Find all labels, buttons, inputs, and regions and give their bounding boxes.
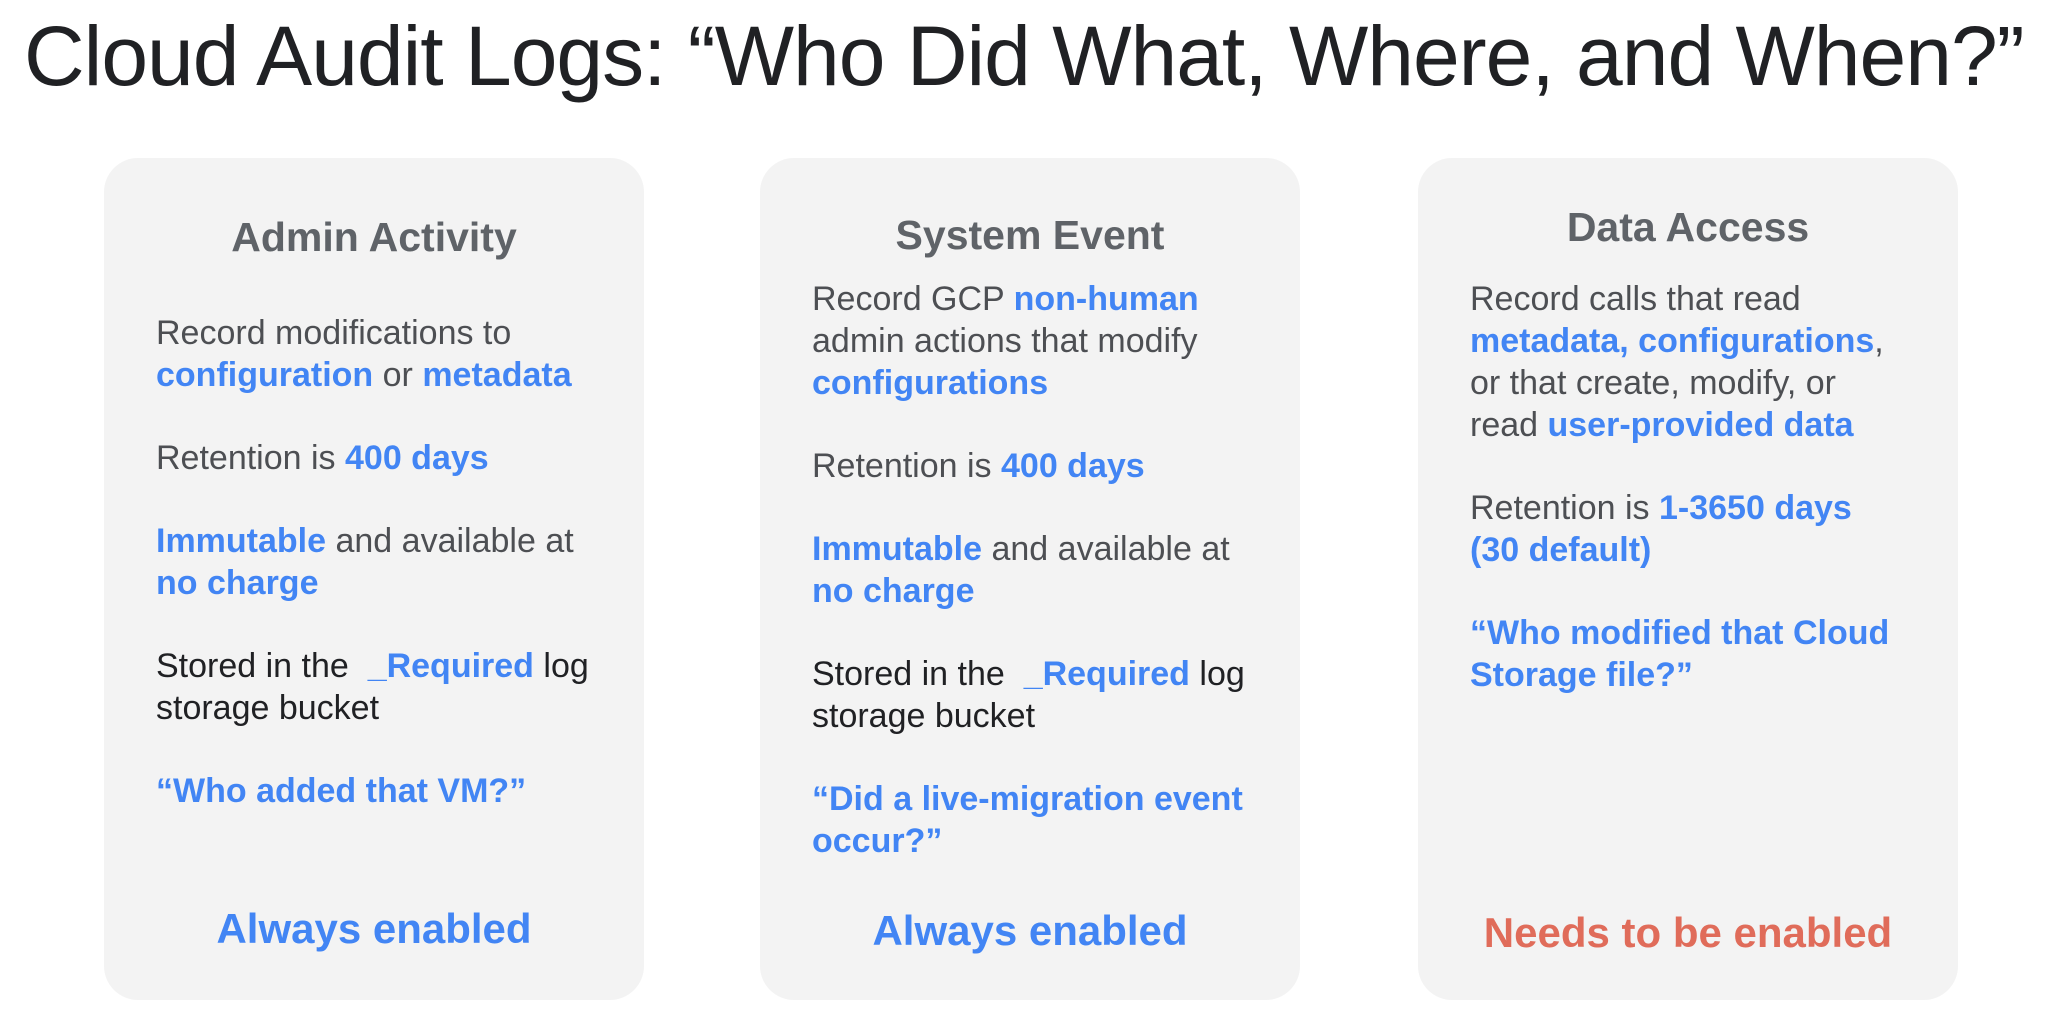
description-text: admin actions that modify <box>812 322 1198 360</box>
description-highlight: configurations <box>812 364 1049 402</box>
charge-highlight: Immutable <box>156 522 327 560</box>
description-highlight: user-provided data <box>1547 406 1854 444</box>
description-text: or <box>373 356 423 394</box>
card-quote: “Who modified that Cloud Storage file?” <box>1470 614 1890 694</box>
description-text: Record GCP <box>812 280 1014 318</box>
description-text: Record calls that read <box>1470 280 1801 318</box>
card-quote: “Who added that VM?” <box>156 772 527 810</box>
card-storage: Stored in the _Required log storage buck… <box>812 653 1270 737</box>
charge-text: and available at <box>326 522 574 560</box>
card-charge: Immutable and available at no charge <box>812 528 1270 612</box>
storage-text: Stored in the <box>156 647 368 685</box>
card-body: Record calls that read metadata, configu… <box>1470 278 1898 737</box>
charge-highlight: no charge <box>156 564 319 602</box>
description-highlight: metadata, configurations <box>1470 322 1875 360</box>
card-retention: Retention is 400 days <box>156 437 614 479</box>
card-retention: Retention is 400 days <box>812 445 1270 487</box>
storage-bucket: _Required <box>1023 655 1190 693</box>
card-admin-activity: Admin Activity Record modifications to c… <box>104 158 644 1000</box>
retention-label: Retention is <box>1470 489 1659 527</box>
retention-value: 400 days <box>1001 447 1145 485</box>
card-charge: Immutable and available at no charge <box>156 520 614 604</box>
card-description: Record GCP non-human admin actions that … <box>812 278 1270 404</box>
storage-text: Stored in the <box>812 655 1024 693</box>
description-highlight: non-human <box>1013 280 1199 318</box>
card-system-event: System Event Record GCP non-human admin … <box>760 158 1300 1000</box>
card-heading: Data Access <box>1566 204 1810 250</box>
description-text: Record modifications to <box>156 314 512 352</box>
card-data-access: Data Access Record calls that read metad… <box>1418 158 1958 1000</box>
status-label: Needs to be enabled <box>1483 909 1893 956</box>
retention-label: Retention is <box>812 447 1001 485</box>
description-highlight: configuration <box>156 356 374 394</box>
storage-bucket: _Required <box>367 647 534 685</box>
retention-value: 400 days <box>345 439 489 477</box>
card-quote: “Did a live-migration event occur?” <box>812 780 1243 860</box>
card-description: Record calls that read metadata, configu… <box>1470 278 1898 446</box>
status-label: Always enabled <box>872 907 1188 954</box>
charge-highlight: no charge <box>812 572 975 610</box>
charge-text: and available at <box>982 530 1230 568</box>
card-body: Record modifications to configuration or… <box>156 312 614 853</box>
card-description: Record modifications to configuration or… <box>156 312 614 396</box>
card-body: Record GCP non-human admin actions that … <box>812 278 1270 903</box>
charge-highlight: Immutable <box>812 530 983 568</box>
status-label: Always enabled <box>216 905 532 952</box>
card-heading: System Event <box>895 212 1165 258</box>
retention-label: Retention is <box>156 439 345 477</box>
page-title: Cloud Audit Logs: “Who Did What, Where, … <box>24 9 2025 103</box>
card-storage: Stored in the _Required log storage buck… <box>156 645 614 729</box>
card-heading: Admin Activity <box>231 214 517 260</box>
description-highlight: metadata <box>422 356 572 394</box>
card-retention: Retention is 1-3650 days (30 default) <box>1470 487 1898 571</box>
